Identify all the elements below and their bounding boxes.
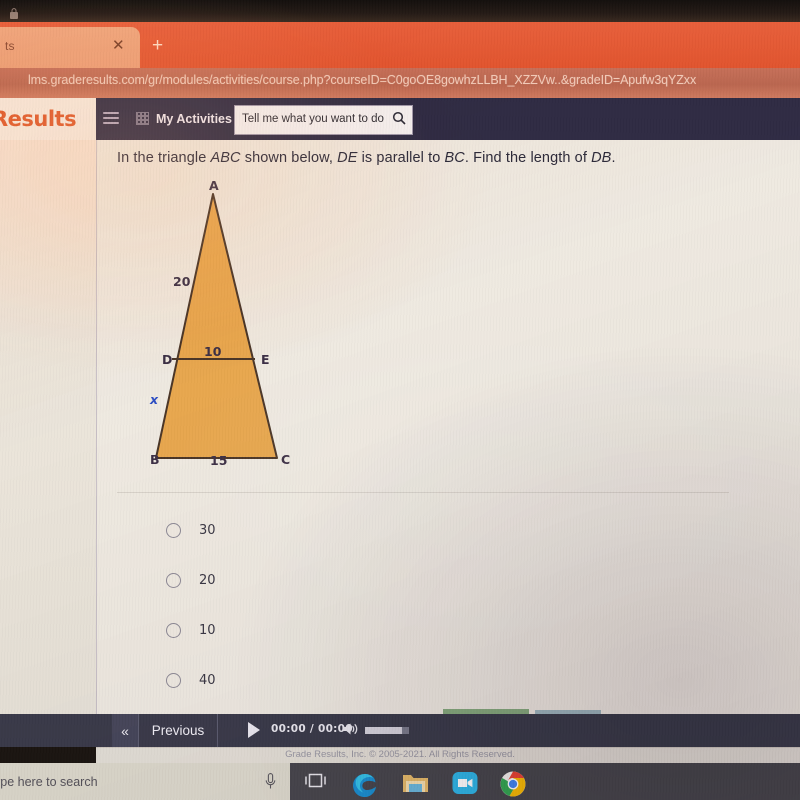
vertex-label-b: B xyxy=(150,452,160,467)
question-part-5: . xyxy=(611,150,616,166)
volume-slider-handle[interactable] xyxy=(402,727,409,734)
question-segment-bc: BC xyxy=(444,150,465,166)
zoom-app-icon[interactable] xyxy=(452,771,478,795)
question-part-1: In the triangle xyxy=(117,150,211,166)
triangle-abc-shape xyxy=(155,193,278,459)
play-icon[interactable] xyxy=(248,722,260,738)
left-sidebar xyxy=(0,140,96,745)
vertex-label-d: D xyxy=(162,352,173,367)
question-part-4: . Find the length of xyxy=(464,150,592,166)
answer-option-1[interactable]: 20 xyxy=(166,555,216,605)
search-placeholder-text: Tell me what you want to do xyxy=(242,113,384,125)
answer-option-3[interactable]: 40 xyxy=(166,655,216,705)
answer-option-label: 30 xyxy=(199,522,216,538)
task-view-icon[interactable] xyxy=(305,771,326,791)
measure-label-ad: 20 xyxy=(173,274,191,289)
measure-label-de: 10 xyxy=(204,344,222,359)
search-icon[interactable] xyxy=(392,111,406,125)
question-part-2: shown below, xyxy=(240,150,338,166)
nav-my-activities[interactable]: My Activities xyxy=(156,112,232,126)
site-logo[interactable]: Results xyxy=(0,107,77,131)
answer-option-label: 40 xyxy=(199,672,216,688)
plus-icon[interactable]: + xyxy=(152,36,163,55)
answer-option-2[interactable]: 10 xyxy=(166,605,216,655)
answer-option-0[interactable]: 30 xyxy=(166,505,216,555)
browser-tab-title: ts xyxy=(5,39,15,53)
answer-options-list: 30 20 10 40 xyxy=(166,505,216,705)
microphone-icon[interactable] xyxy=(265,773,276,790)
chrome-browser-icon[interactable] xyxy=(500,771,526,797)
radio-button-icon[interactable] xyxy=(166,622,181,638)
triangle-svg xyxy=(155,193,278,459)
monitor-bezel xyxy=(0,0,800,22)
previous-chevron-icon[interactable]: « xyxy=(112,714,139,747)
grid-icon xyxy=(136,112,149,125)
question-prompt: In the triangle ABC shown below, DE is p… xyxy=(117,149,737,169)
copyright-text: Grade Results, Inc. © 2005-2021. All Rig… xyxy=(285,749,515,760)
edge-browser-icon[interactable] xyxy=(352,771,379,797)
file-explorer-icon[interactable] xyxy=(402,771,429,794)
url-text: lms.graderesults.com/gr/modules/activiti… xyxy=(28,73,697,87)
photographed-screen: ts ✕ + lms.graderesults.com/gr/modules/a… xyxy=(0,0,800,800)
vertex-label-a: A xyxy=(209,178,219,193)
radio-button-icon[interactable] xyxy=(166,522,181,538)
question-triangle-abc: ABC xyxy=(210,150,241,166)
hamburger-menu-icon[interactable] xyxy=(103,112,119,125)
volume-icon[interactable] xyxy=(343,722,359,736)
measure-label-bc: 15 xyxy=(210,453,228,468)
content-divider xyxy=(117,492,729,493)
measure-label-db: x xyxy=(150,392,159,407)
question-segment-de: DE xyxy=(337,150,358,166)
radio-button-icon[interactable] xyxy=(166,572,181,588)
answer-option-label: 20 xyxy=(199,572,216,588)
radio-button-icon[interactable] xyxy=(166,672,181,688)
question-segment-db: DB xyxy=(591,150,612,166)
taskbar-search-text: ype here to search xyxy=(0,775,98,789)
lock-icon xyxy=(10,8,18,19)
close-icon[interactable]: ✕ xyxy=(112,38,125,53)
previous-button[interactable]: Previous xyxy=(139,714,218,747)
question-part-3: is parallel to xyxy=(357,150,445,166)
vertex-label-c: C xyxy=(281,452,291,467)
vertex-label-e: E xyxy=(261,352,270,367)
answer-option-label: 10 xyxy=(199,622,216,638)
player-timecode: 00:00 / 00:00 xyxy=(271,723,353,735)
triangle-diagram: A B C D E 20 10 x 15 xyxy=(120,178,320,480)
